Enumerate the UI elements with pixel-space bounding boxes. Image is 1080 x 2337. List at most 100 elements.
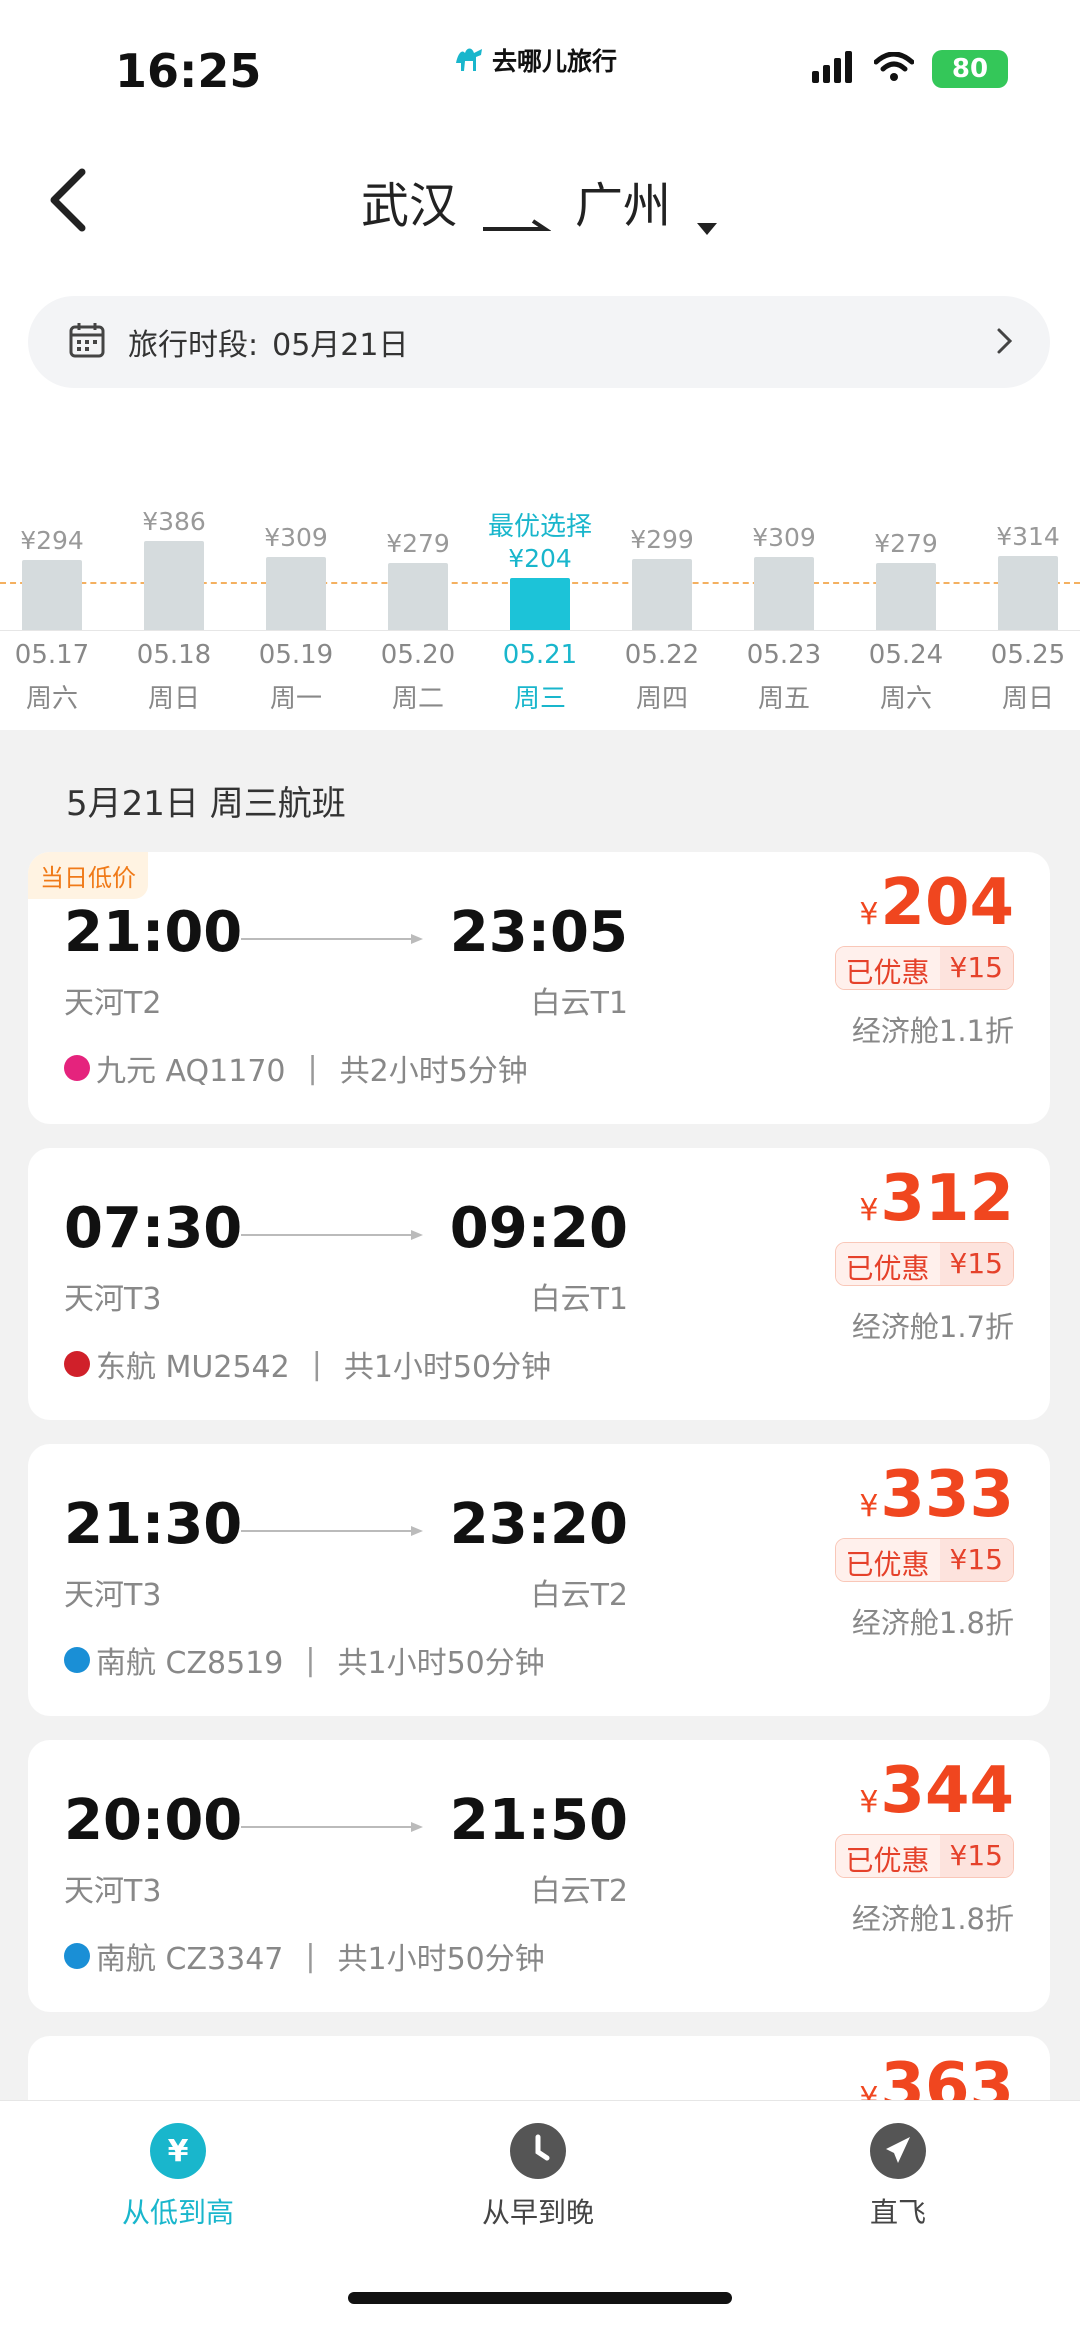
sort-time-tab[interactable]: 从早到晚: [418, 2123, 658, 2231]
departure-time: 20:00: [64, 1788, 243, 1853]
weekday-label: 周日: [147, 684, 200, 714]
date-label: 05.19: [258, 640, 334, 670]
currency-symbol: ¥: [859, 1489, 879, 1524]
flight-arrow-icon: [241, 934, 423, 944]
chart-baseline: [0, 630, 1080, 631]
price-calendar-chart: ¥294 05.17 周六 ¥386 05.18 周日 ¥309 05.19 周一 ¥279 05.…: [0, 470, 1080, 730]
price-label: ¥294: [20, 526, 84, 555]
departure-terminal: 天河T3: [64, 1578, 162, 1613]
flight-price: ¥204: [859, 866, 1014, 940]
airline-flight-number: 九元 AQ1170: [96, 1054, 286, 1089]
airline-info: 南航 CZ3347 | 共1小时50分钟: [64, 1934, 545, 1978]
camel-logo-icon: [452, 43, 486, 77]
date-label: 05.18: [136, 640, 212, 670]
price-value: 344: [880, 1754, 1014, 1828]
flight-duration: 共1小时50分钟: [337, 1646, 545, 1681]
travel-date-value: 05月21日: [272, 328, 409, 363]
price-label: ¥309: [752, 523, 816, 552]
price-label: ¥299: [630, 525, 694, 554]
departure-terminal: 天河T3: [64, 1874, 162, 1909]
weekday-label: 周五: [757, 684, 810, 714]
weekday-label: 周六: [25, 684, 78, 714]
low-price-badge: 当日低价: [28, 852, 148, 899]
calendar-icon: [68, 321, 106, 363]
discount-value: ¥15: [939, 1539, 1013, 1581]
arrival-time: 23:05: [449, 900, 628, 965]
discount-badge[interactable]: 已优惠 ¥15: [834, 1538, 1014, 1582]
travel-date-label: 旅行时段:: [128, 328, 259, 363]
cabin-class: 经济舱1.1折: [851, 1014, 1014, 1048]
price-bar: [388, 563, 448, 630]
price-label: ¥314: [996, 522, 1060, 551]
brand-name: 去哪儿旅行: [492, 47, 618, 76]
discount-label: 已优惠: [835, 947, 940, 989]
departure-time: 21:30: [64, 1492, 243, 1557]
airline-flight-number: 南航 CZ8519: [96, 1646, 284, 1681]
flight-card[interactable]: 20:00 21:50 天河T3 白云T2 南航 CZ3347 | 共1小时50分钟 ¥344…: [28, 1740, 1050, 2012]
best-choice-tag: 最优选择: [487, 512, 592, 542]
flight-duration: 共1小时50分钟: [343, 1350, 552, 1385]
price-value: 204: [880, 866, 1014, 940]
cabin-class: 经济舱1.7折: [851, 1310, 1014, 1344]
discount-value: ¥15: [939, 947, 1013, 989]
price-bar: [144, 541, 204, 630]
chevron-right-icon: [996, 326, 1014, 360]
date-label: 05.24: [868, 640, 944, 670]
price-bar: [266, 557, 326, 630]
flight-price: ¥333: [859, 1458, 1014, 1532]
departure-terminal: 天河T2: [64, 986, 162, 1021]
price-bar: [876, 563, 936, 630]
price-bar: [510, 578, 570, 630]
flight-arrow-icon: [241, 1526, 423, 1536]
price-bar: [22, 560, 82, 630]
cabin-class: 经济舱1.8折: [851, 1902, 1014, 1936]
status-icons: 80: [812, 50, 1008, 88]
discount-label: 已优惠: [835, 1243, 940, 1285]
yen-icon: ¥: [150, 2123, 206, 2179]
arrival-time: 09:20: [449, 1196, 628, 1261]
flight-duration: 共2小时5分钟: [339, 1054, 528, 1089]
price-label: ¥279: [874, 529, 938, 558]
route-title[interactable]: 武汉 广州: [0, 166, 1080, 236]
discount-badge[interactable]: 已优惠 ¥15: [834, 946, 1014, 990]
arrival-time: 21:50: [449, 1788, 628, 1853]
price-label: ¥204: [508, 544, 572, 573]
header-area: 16:25 去哪儿旅行 80 武汉 广州 旅行时段: 05月21日 ¥294 0…: [0, 0, 1080, 730]
arrival-time: 23:20: [449, 1492, 628, 1557]
arrival-terminal: 白云T1: [530, 986, 628, 1021]
airline-logo-icon: [64, 1647, 90, 1673]
sort-price-tab[interactable]: ¥ 从低到高: [58, 2123, 298, 2231]
price-bar: [998, 556, 1058, 630]
flight-list-title: 5月21日 周三航班: [66, 784, 346, 824]
date-label: 05.23: [746, 640, 822, 670]
arrival-terminal: 白云T1: [530, 1282, 628, 1317]
flight-arrow-icon: [241, 1822, 423, 1832]
signal-icon: [812, 51, 856, 87]
discount-badge[interactable]: 已优惠 ¥15: [834, 1834, 1014, 1878]
date-label: 05.17: [14, 640, 90, 670]
discount-badge[interactable]: 已优惠 ¥15: [834, 1242, 1014, 1286]
discount-value: ¥15: [939, 1243, 1013, 1285]
flight-price: ¥312: [859, 1162, 1014, 1236]
flight-card[interactable]: 07:30 09:20 天河T3 白云T1 东航 MU2542 | 共1小时50分钟 ¥312…: [28, 1148, 1050, 1420]
price-value: 312: [880, 1162, 1014, 1236]
travel-date-selector[interactable]: 旅行时段: 05月21日: [28, 296, 1050, 388]
direct-flight-label: 直飞: [869, 2196, 926, 2229]
origin-city: 武汉: [360, 178, 457, 234]
direct-flight-tab[interactable]: 直飞: [778, 2123, 1018, 2231]
currency-symbol: ¥: [859, 1193, 879, 1228]
home-indicator[interactable]: [348, 2292, 732, 2304]
dropdown-caret-icon[interactable]: [695, 193, 719, 235]
date-label: 05.22: [624, 640, 700, 670]
weekday-label: 周四: [635, 684, 688, 714]
destination-city: 广州: [575, 178, 672, 234]
airline-logo-icon: [64, 1351, 90, 1377]
flight-card[interactable]: 当日低价 21:00 23:05 天河T2 白云T1 九元 AQ1170 | 共2小时5分钟 ¥…: [28, 852, 1050, 1124]
discount-value: ¥15: [939, 1835, 1013, 1877]
flight-card[interactable]: 21:30 23:20 天河T3 白云T2 南航 CZ8519 | 共1小时50分钟 ¥333…: [28, 1444, 1050, 1716]
airline-info: 南航 CZ8519 | 共1小时50分钟: [64, 1638, 545, 1682]
price-label: ¥279: [386, 529, 450, 558]
currency-symbol: ¥: [859, 897, 879, 932]
separator: |: [311, 1346, 322, 1382]
sort-price-label: 从低到高: [121, 2196, 234, 2229]
